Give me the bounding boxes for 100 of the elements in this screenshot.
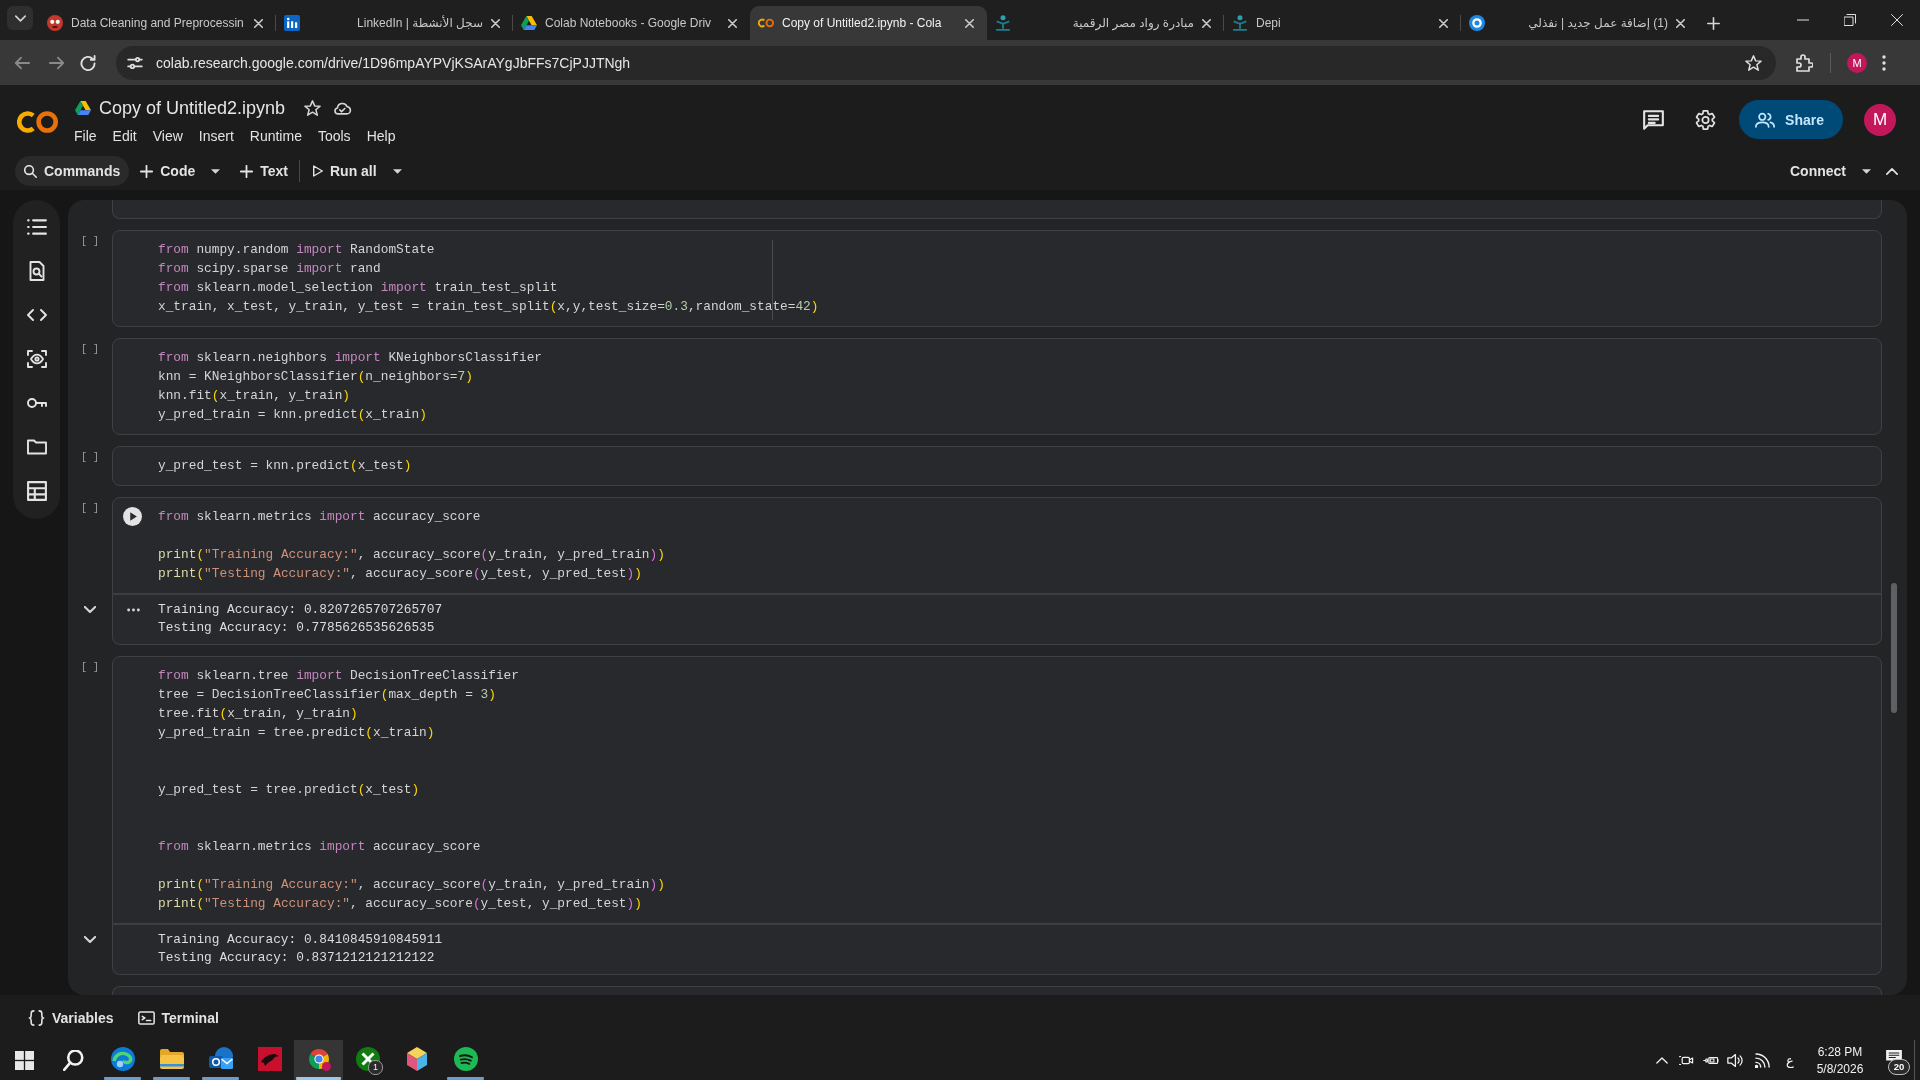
menu-item[interactable]: Edit	[104, 125, 145, 147]
triangle-logo-icon	[521, 15, 537, 31]
chevron-down-icon[interactable]	[84, 606, 96, 613]
restore-icon[interactable]	[1844, 14, 1856, 26]
puzzle-icon[interactable]	[1796, 53, 1813, 72]
browser-tab[interactable]: (1) إضافة عمل جديد | نفذلي	[1461, 6, 1698, 40]
caret-up-icon[interactable]	[1656, 1056, 1668, 1064]
code-line: y_pred_test = knn.predict(x_test)	[158, 457, 412, 475]
code-line: y_pred_train = knn.predict(x_train)	[158, 406, 428, 424]
user-avatar[interactable]: M	[1864, 103, 1896, 136]
table-icon[interactable]	[26, 481, 47, 501]
more-horizontal-icon[interactable]	[127, 608, 140, 612]
sliders-icon[interactable]	[127, 56, 143, 69]
output-line: Training Accuracy: 0.8410845910845911	[158, 931, 443, 949]
terminal-button[interactable]: Terminal	[137, 1009, 219, 1026]
cloud-check-icon[interactable]	[333, 101, 353, 115]
star-icon[interactable]	[304, 100, 322, 116]
code-line: from scipy.sparse import rand	[158, 260, 382, 278]
add-text-button[interactable]: Text	[235, 156, 293, 186]
menu-item[interactable]: Tools	[309, 125, 359, 147]
cube-icon	[404, 1047, 429, 1071]
figure-logo-icon	[1232, 15, 1248, 31]
code-line: from sklearn.neighbors import KNeighborsClassifier	[158, 349, 542, 367]
back-arrow-icon[interactable]	[14, 55, 30, 70]
code-line: print("Training Accuracy:", accuracy_score(y_train, y_pred_train))	[158, 876, 665, 894]
language-indicator[interactable]: ع	[1777, 1052, 1803, 1068]
speaker-icon[interactable]	[1727, 1052, 1743, 1068]
close-icon[interactable]	[965, 18, 974, 28]
add-code-button[interactable]: Code	[135, 156, 201, 186]
scrollbar-thumb[interactable]	[1891, 583, 1897, 713]
close-icon[interactable]	[254, 18, 263, 28]
search-icon[interactable]	[63, 1049, 84, 1071]
menu-item[interactable]: Runtime	[241, 125, 310, 147]
close-icon[interactable]	[1202, 18, 1211, 28]
comment-icon[interactable]	[1643, 109, 1665, 130]
run-all-button[interactable]: Run all	[308, 156, 382, 186]
execution-prompt: [ ]	[81, 502, 99, 515]
star-icon[interactable]	[1745, 54, 1762, 71]
terminal-icon	[137, 1009, 155, 1026]
code-line: knn.fit(x_train, y_train)	[158, 387, 351, 405]
notebook-title[interactable]: Copy of Untitled2.ipynb	[99, 97, 286, 119]
menu-item[interactable]: File	[66, 125, 105, 147]
menu-item[interactable]: Insert	[190, 125, 242, 147]
triangle-logo-icon[interactable]	[75, 101, 91, 115]
people-icon	[1755, 111, 1776, 128]
execution-prompt: [ ]	[81, 661, 99, 674]
execution-prompt: [ ]	[81, 451, 99, 464]
four-squares-icon[interactable]	[15, 1050, 34, 1070]
browser-tab[interactable]: مبادرة رواد مصر الرقمية	[987, 6, 1224, 40]
wifi-icon[interactable]	[1755, 1052, 1771, 1068]
code-line: y_pred_train = tree.predict(x_train)	[158, 724, 436, 742]
profile-avatar[interactable]: M	[1847, 52, 1867, 73]
framed-eye-icon[interactable]	[26, 349, 47, 369]
folder-icon[interactable]	[26, 437, 47, 457]
rings-logo-icon[interactable]	[17, 111, 58, 133]
chevron-up-icon[interactable]	[1886, 167, 1898, 175]
code-line: y_pred_test = tree.predict(x_test)	[158, 781, 421, 799]
close-icon[interactable]	[1676, 18, 1685, 28]
caret-down-icon[interactable]	[1862, 168, 1871, 174]
list-icon[interactable]	[26, 217, 47, 237]
close-icon[interactable]	[1891, 14, 1903, 26]
caret-down-icon[interactable]	[392, 168, 402, 174]
menu-item[interactable]: View	[144, 125, 191, 147]
variables-button[interactable]: Variables	[28, 1009, 114, 1026]
settings-icon[interactable]	[1695, 109, 1717, 130]
address-field[interactable]: colab.research.google.com/drive/1D96mpAYPVjKSArAYgJbFFs7CjPJJTNgh	[116, 45, 1776, 80]
execution-prompt: [ ]	[81, 235, 99, 248]
menu-item[interactable]: Help	[358, 125, 404, 147]
play-icon	[313, 165, 323, 177]
browser-tab[interactable]: Depi	[1224, 6, 1461, 40]
close-icon[interactable]	[728, 18, 737, 28]
browser-tab[interactable]: Copy of Untitled2.ipynb - Cola	[750, 6, 987, 40]
folder-icon	[159, 1047, 184, 1071]
reload-icon[interactable]	[80, 54, 96, 71]
close-icon[interactable]	[491, 18, 500, 28]
caret-down-icon[interactable]	[211, 168, 221, 174]
face-logo-icon	[47, 15, 63, 31]
taskbar-button[interactable]	[294, 1040, 343, 1080]
forward-arrow-icon[interactable]	[49, 55, 65, 70]
tab-list-button[interactable]	[7, 6, 33, 30]
code-line: from sklearn.metrics import accuracy_score	[158, 838, 482, 856]
chevron-down-icon[interactable]	[84, 936, 96, 943]
share-button[interactable]: Share	[1739, 100, 1843, 139]
connect-button[interactable]: Connect	[1785, 156, 1851, 186]
plus-icon[interactable]	[1707, 16, 1720, 30]
browser-tab[interactable]: Data Cleaning and Preprocessin	[39, 6, 276, 40]
mail-icon	[208, 1047, 233, 1071]
close-icon[interactable]	[1439, 18, 1448, 28]
code-line: from sklearn.metrics import accuracy_score	[158, 508, 482, 526]
clock-time[interactable]: 6:28 PM	[1817, 1044, 1863, 1059]
code-line: tree = DecisionTreeClassifier(max_depth = 3)	[158, 686, 497, 704]
clock-date[interactable]: 5/8/2026	[1816, 1061, 1864, 1076]
taskbar-button[interactable]: 1	[343, 1040, 392, 1080]
browser-tab[interactable]: Colab Notebooks - Google Driv	[513, 6, 750, 40]
play-circle-icon[interactable]	[123, 507, 142, 526]
more-vertical-icon[interactable]	[1882, 54, 1886, 71]
output-line: Training Accuracy: 0.8207265707265707	[158, 601, 443, 619]
browser-tab[interactable]: سجل الأنشطة | LinkedIn	[276, 6, 513, 40]
commands-button[interactable]: Commands	[15, 156, 130, 186]
figure-logo-icon	[995, 15, 1011, 31]
